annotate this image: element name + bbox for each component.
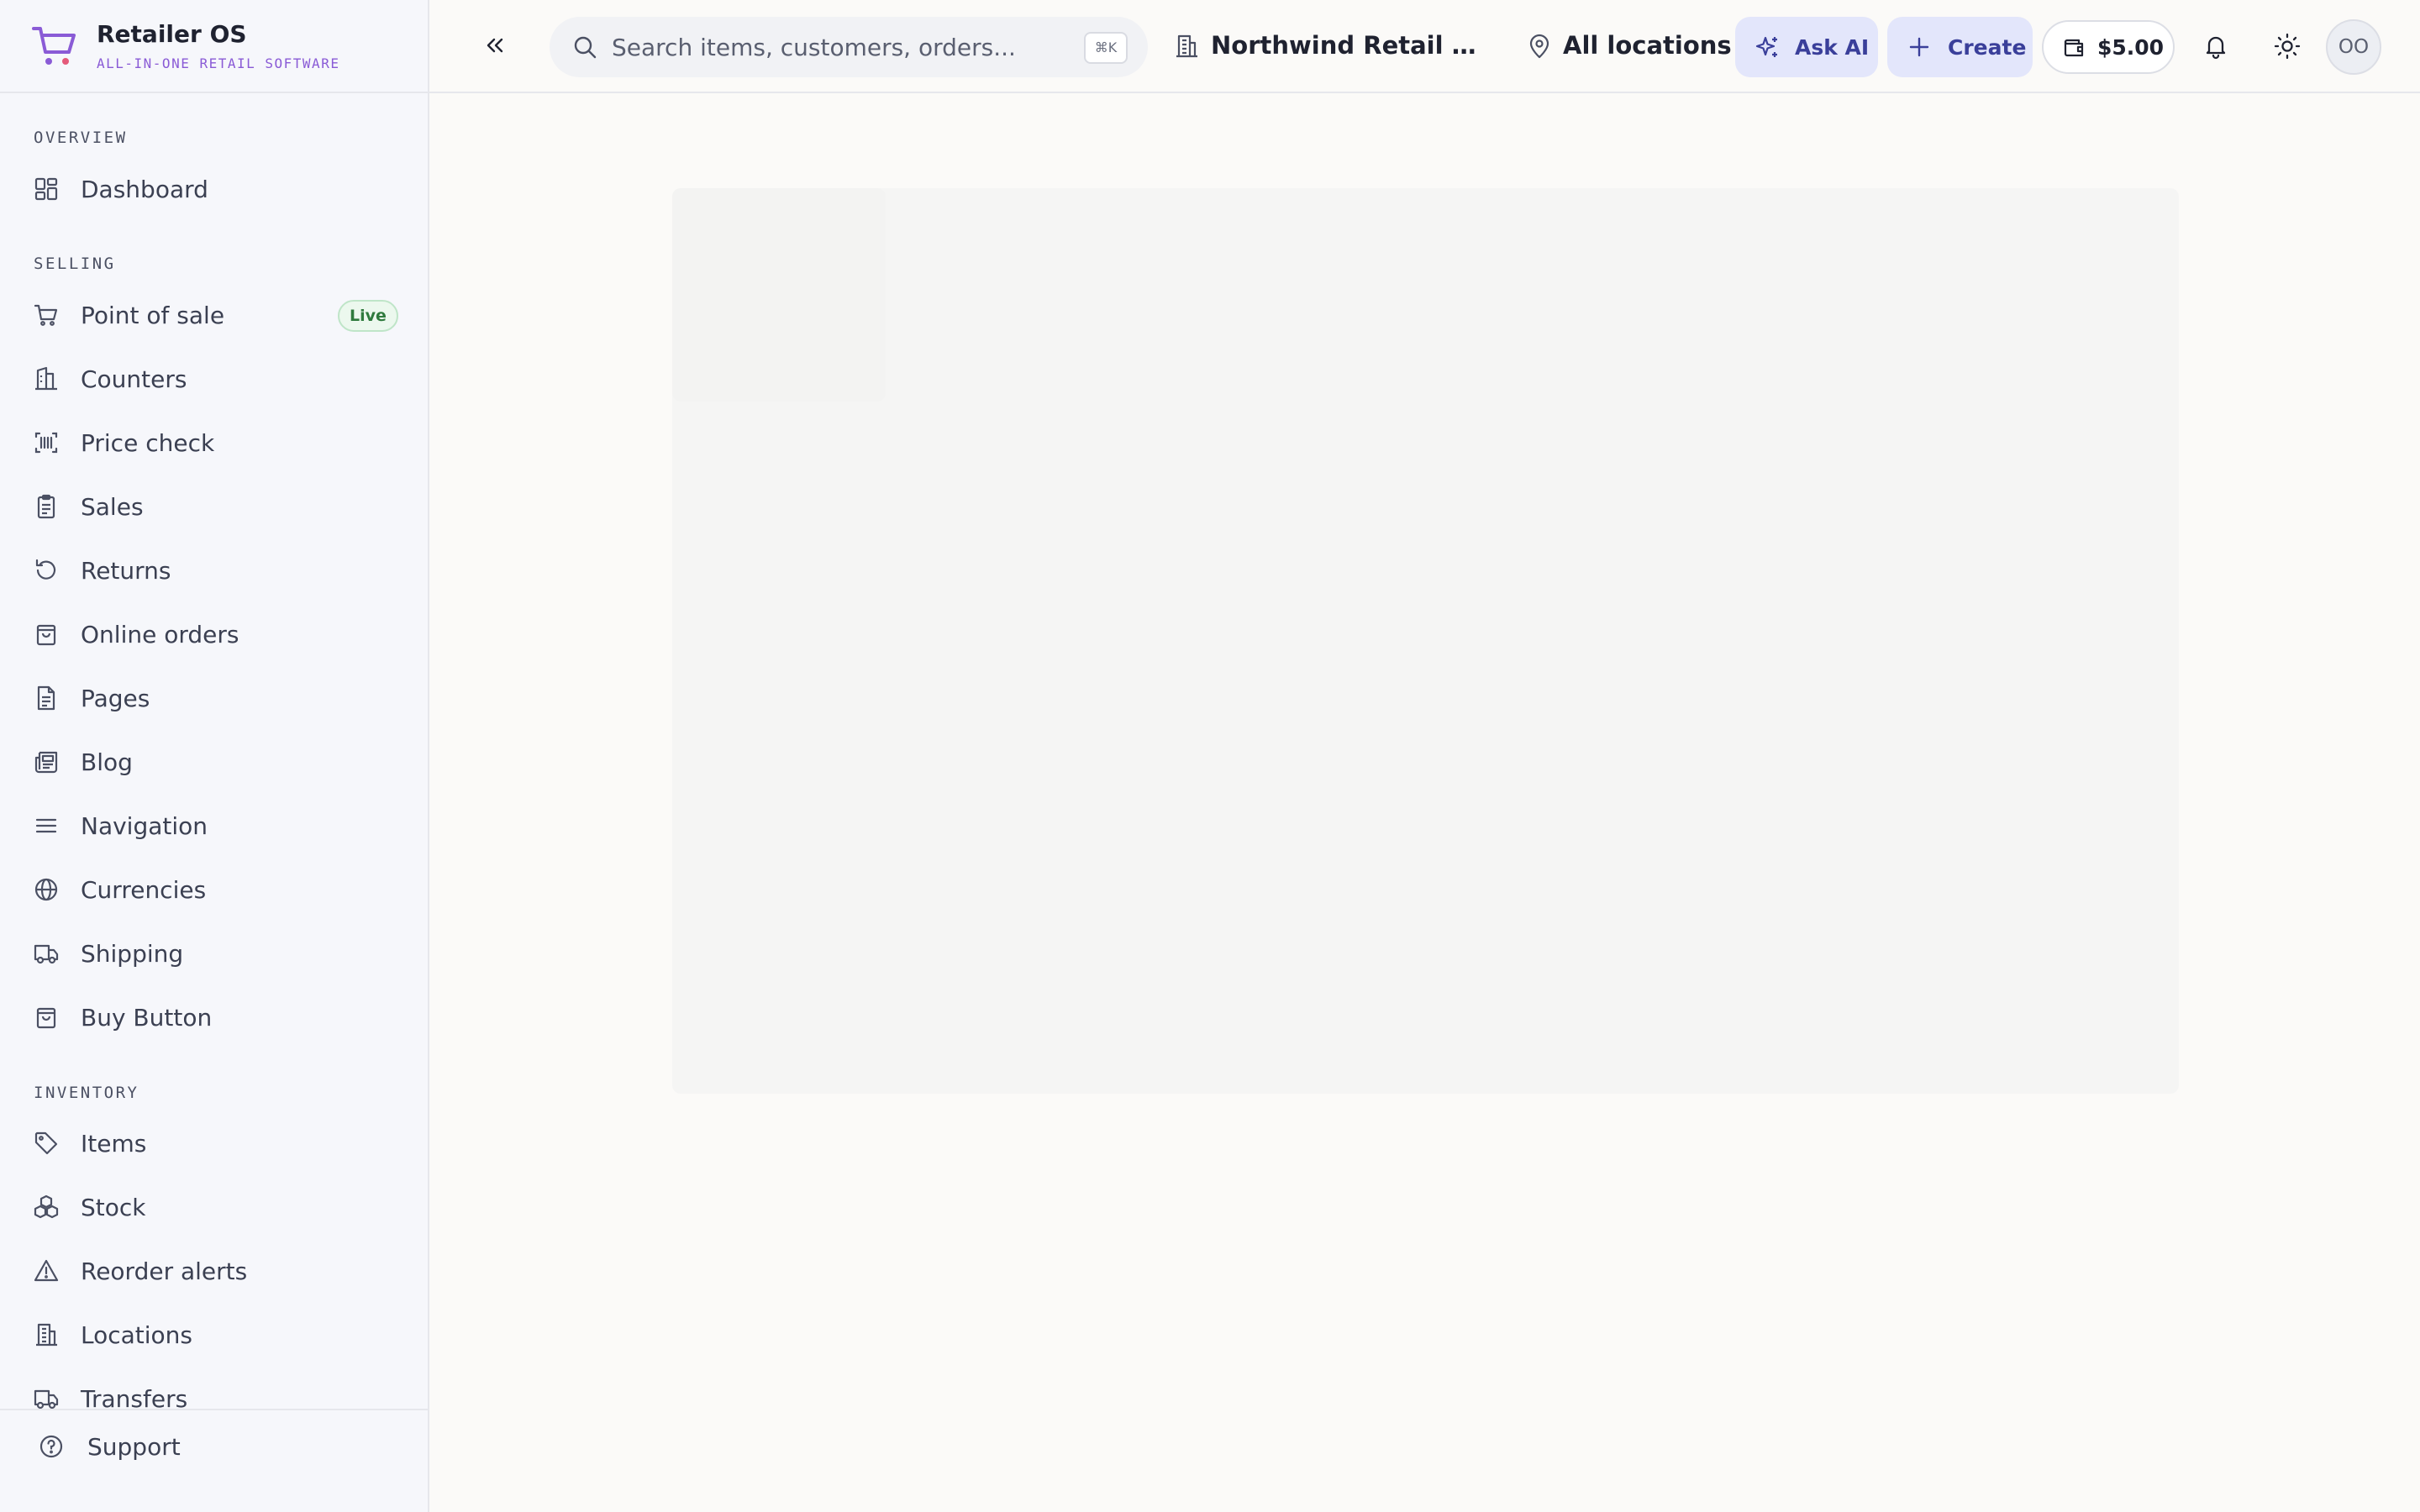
map-pin-icon (1529, 34, 1549, 59)
sidebar-item-label: Point of sale (81, 302, 225, 329)
section-label-overview: OVERVIEW (34, 129, 128, 147)
sidebar-item-label: Blog (81, 748, 133, 776)
support-link[interactable]: Support (0, 1420, 428, 1471)
barcode-icon (34, 432, 58, 454)
sidebar-item-label: Returns (81, 557, 171, 585)
sidebar-item-dashboard[interactable]: Dashboard (0, 163, 428, 213)
location-name: All locations (1563, 31, 1732, 60)
sidebar-item-locations[interactable]: Locations (0, 1309, 428, 1359)
sidebar-item-point-of-sale[interactable]: Point of sale Live (0, 289, 428, 339)
warning-icon (34, 1259, 59, 1282)
shopping-cart-logo-icon (32, 27, 76, 65)
sidebar-item-price-check[interactable]: Price check (0, 417, 428, 467)
truck-icon (34, 944, 59, 964)
sidebar-item-blog[interactable]: Blog (0, 736, 428, 786)
file-icon (37, 685, 55, 711)
brand-header[interactable]: Retailer OS ALL-IN-ONE RETAIL SOFTWARE (0, 0, 428, 93)
sidebar-item-items[interactable]: Items (0, 1117, 428, 1168)
ask-ai-label: Ask AI (1795, 35, 1870, 60)
sidebar-item-label: Reorder alerts (81, 1257, 248, 1285)
ask-ai-button[interactable]: Ask AI (1735, 17, 1878, 77)
globe-icon (34, 878, 58, 901)
sidebar-item-label: Currencies (81, 876, 207, 904)
sidebar-item-label: Pages (81, 685, 150, 712)
sidebar-item-navigation[interactable]: Navigation (0, 800, 428, 850)
boxes-icon (34, 1194, 59, 1219)
sidebar-item-currencies[interactable]: Currencies (0, 864, 428, 914)
menu-icon (35, 818, 57, 833)
create-label: Create (1948, 35, 2027, 60)
building-icon (1176, 34, 1197, 58)
support-label: Support (87, 1433, 181, 1461)
sidebar-item-label: Price check (81, 429, 215, 457)
topbar: ⌘K Northwind Retail (De... All locations… (429, 0, 2420, 93)
wallet-icon (2064, 39, 2084, 57)
clipboard-icon (37, 494, 55, 519)
organization-switcher[interactable]: Northwind Retail (De... (1173, 20, 1484, 72)
sidebar-item-label: Dashboard (81, 176, 208, 203)
section-label-selling: SELLING (34, 255, 116, 273)
sidebar-item-returns[interactable]: Returns (0, 544, 428, 595)
sidebar-item-pages[interactable]: Pages (0, 672, 428, 722)
sidebar-item-label: Stock (81, 1194, 146, 1221)
help-circle-icon (39, 1435, 63, 1458)
loading-skeleton-panel (672, 188, 2179, 1094)
sidebar: Retailer OS ALL-IN-ONE RETAIL SOFTWARE O… (0, 0, 429, 1512)
create-button[interactable]: Create (1887, 17, 2033, 77)
shopping-bag-icon (36, 624, 56, 646)
sidebar-item-label: Items (81, 1130, 147, 1158)
return-icon (35, 559, 56, 580)
brand-tagline: ALL-IN-ONE RETAIL SOFTWARE (97, 55, 340, 71)
sidebar-item-online-orders[interactable]: Online orders (0, 608, 428, 659)
location-switcher[interactable]: All locations (1526, 20, 1732, 72)
tag-icon (34, 1131, 58, 1155)
sidebar-item-reorder-alerts[interactable]: Reorder alerts (0, 1245, 428, 1295)
sidebar-item-stock[interactable]: Stock (0, 1181, 428, 1231)
loading-skeleton-block (672, 188, 886, 402)
live-badge: Live (338, 300, 398, 332)
wallet-balance: $5.00 (2097, 35, 2165, 60)
sparkles-icon (1755, 36, 1777, 57)
plus-icon (1909, 37, 1929, 57)
collapse-sidebar-icon[interactable] (481, 32, 508, 59)
sidebar-item-shipping[interactable]: Shipping (0, 927, 428, 978)
sidebar-item-label: Sales (81, 493, 144, 521)
search-box[interactable]: ⌘K (550, 17, 1148, 77)
newspaper-icon (34, 751, 58, 774)
sidebar-item-label: Locations (81, 1321, 193, 1349)
shopping-bag-icon (36, 1007, 56, 1029)
bell-icon[interactable] (2202, 32, 2230, 60)
sidebar-item-counters[interactable]: Counters (0, 353, 428, 403)
cart-icon (34, 304, 58, 326)
sidebar-item-buy-button[interactable]: Buy Button (0, 991, 428, 1042)
sidebar-footer: Support (0, 1409, 428, 1512)
sidebar-item-sales[interactable]: Sales (0, 480, 428, 531)
wallet-balance-button[interactable]: $5.00 (2042, 20, 2175, 74)
sidebar-item-label: Navigation (81, 812, 208, 840)
section-label-inventory: INVENTORY (34, 1084, 139, 1102)
counter-icon (35, 366, 57, 391)
search-input[interactable] (612, 29, 1049, 66)
building-icon (36, 1323, 57, 1347)
sidebar-item-label: Counters (81, 365, 187, 393)
dashboard-icon (34, 177, 58, 201)
brand-name: Retailer OS (97, 20, 247, 48)
search-shortcut: ⌘K (1084, 32, 1128, 64)
sidebar-item-label: Shipping (81, 940, 184, 968)
sidebar-item-label: Online orders (81, 621, 239, 648)
theme-toggle-sun-icon[interactable] (2273, 32, 2302, 60)
search-icon (574, 36, 597, 59)
avatar[interactable]: OO (2326, 19, 2381, 75)
sidebar-item-label: Buy Button (81, 1004, 213, 1032)
organization-name: Northwind Retail (De... (1211, 31, 1480, 60)
